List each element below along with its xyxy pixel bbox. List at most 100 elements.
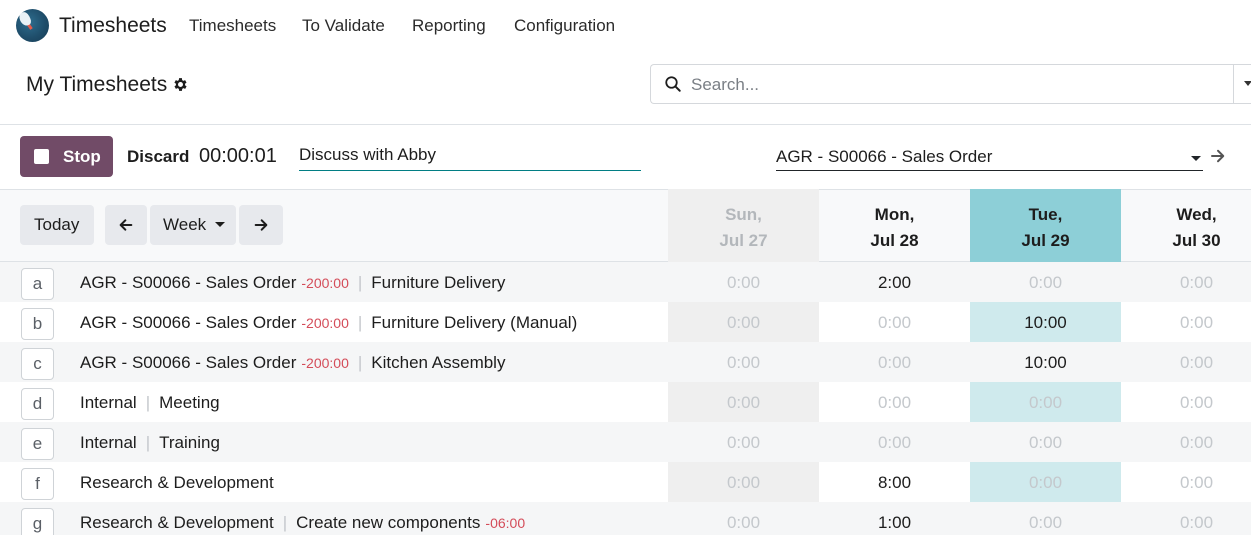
stop-timer-button[interactable]: Stop — [20, 136, 113, 177]
hours-cell[interactable]: 0:00 — [1121, 273, 1251, 293]
top-navbar: Timesheets Timesheets To Validate Report… — [0, 0, 1251, 52]
divider — [0, 124, 1251, 125]
search-options-toggle[interactable] — [1233, 64, 1251, 104]
hours-cell[interactable]: 0:00 — [819, 313, 970, 333]
menu-configuration[interactable]: Configuration — [514, 16, 615, 36]
remaining-hours: -200:00 — [301, 315, 349, 331]
row-shortcut-key: g — [21, 508, 54, 535]
remaining-hours: -200:00 — [301, 275, 349, 291]
hours-cell[interactable]: 0:00 — [668, 353, 819, 373]
separator: | — [145, 393, 151, 412]
hours-cell[interactable]: 0:00 — [1121, 393, 1251, 413]
hours-cell[interactable]: 0:00 — [970, 513, 1121, 533]
hours-cell[interactable]: 0:00 — [970, 473, 1121, 493]
row-shortcut-key: d — [21, 388, 54, 420]
hours-cell[interactable]: 2:00 — [819, 273, 970, 293]
table-row: c AGR - S00066 - Sales Order -200:00 | Kitch… — [0, 342, 1251, 382]
table-row: a AGR - S00066 - Sales Order -200:00 | Furni… — [0, 262, 1251, 302]
separator: | — [357, 353, 363, 372]
caret-down-icon — [215, 222, 225, 227]
day-header-tue: Tue, Jul 29 — [1021, 205, 1070, 250]
chevron-down-icon — [1191, 156, 1201, 161]
hours-cell[interactable]: 0:00 — [668, 273, 819, 293]
row-shortcut-key: b — [21, 308, 54, 340]
search-icon — [665, 76, 681, 92]
hours-cell[interactable]: 10:00 — [970, 313, 1121, 333]
row-project: Research & Development — [80, 513, 274, 532]
day-header-mon: Mon, Jul 28 — [870, 205, 919, 250]
row-project: Research & Development — [80, 473, 274, 492]
hours-cell[interactable]: 0:00 — [668, 313, 819, 333]
separator: | — [357, 313, 363, 332]
separator: | — [357, 273, 363, 292]
row-label: Research & Development — [80, 473, 274, 493]
row-shortcut-key: e — [21, 428, 54, 460]
timer-project-value: AGR - S00066 - Sales Order — [776, 147, 993, 166]
menu-to-validate[interactable]: To Validate — [302, 16, 385, 36]
row-project: AGR - S00066 - Sales Order — [80, 353, 297, 372]
previous-button[interactable] — [105, 205, 147, 245]
row-label: Internal | Meeting — [80, 393, 220, 413]
next-button[interactable] — [239, 205, 283, 245]
hours-cell[interactable]: 0:00 — [668, 473, 819, 493]
row-shortcut-key: c — [21, 348, 54, 380]
hours-cell[interactable]: 0:00 — [1121, 473, 1251, 493]
hours-cell[interactable]: 0:00 — [970, 273, 1121, 293]
hours-cell[interactable]: 0:00 — [1121, 353, 1251, 373]
open-record-arrow-icon[interactable] — [1209, 147, 1227, 165]
row-task: Create new components — [296, 513, 481, 532]
hours-cell[interactable]: 0:00 — [668, 393, 819, 413]
discard-button[interactable]: Discard — [127, 147, 189, 167]
menu-reporting[interactable]: Reporting — [412, 16, 486, 36]
hours-cell[interactable]: 0:00 — [668, 513, 819, 533]
table-row: e Internal | Training 0:00 0:00 0:00 0:00 — [0, 422, 1251, 462]
row-task: Furniture Delivery — [371, 273, 506, 292]
hours-cell[interactable]: 0:00 — [819, 353, 970, 373]
row-task: Training — [159, 433, 220, 452]
chevron-down-icon — [1244, 81, 1251, 86]
table-row: b AGR - S00066 - Sales Order -200:00 | Furni… — [0, 302, 1251, 342]
gear-icon[interactable] — [172, 76, 189, 93]
separator: | — [282, 513, 288, 532]
hours-cell[interactable]: 8:00 — [819, 473, 970, 493]
app-name[interactable]: Timesheets — [59, 14, 167, 38]
row-task: Furniture Delivery (Manual) — [371, 313, 578, 332]
hours-cell[interactable]: 10:00 — [970, 353, 1121, 373]
row-shortcut-key: f — [21, 468, 54, 500]
row-task: Kitchen Assembly — [371, 353, 506, 372]
hours-cell[interactable]: 0:00 — [970, 433, 1121, 453]
arrow-left-icon — [119, 219, 133, 231]
table-row: d Internal | Meeting 0:00 0:00 0:00 0:00 — [0, 382, 1251, 422]
menu-timesheets[interactable]: Timesheets — [189, 16, 276, 36]
hours-cell[interactable]: 0:00 — [819, 433, 970, 453]
hours-cell[interactable]: 0:00 — [1121, 513, 1251, 533]
search-input[interactable] — [691, 73, 1211, 97]
arrow-right-icon — [254, 219, 268, 231]
row-task: Meeting — [159, 393, 220, 412]
table-row: f Research & Development 0:00 8:00 0:00 0:00 — [0, 462, 1251, 502]
hours-cell[interactable]: 0:00 — [1121, 433, 1251, 453]
hours-cell[interactable]: 0:00 — [668, 433, 819, 453]
row-project: Internal — [80, 433, 137, 452]
day-header-sun: Sun, Jul 27 — [719, 205, 768, 250]
row-label: Internal | Training — [80, 433, 220, 453]
row-label: Research & Development | Create new compon… — [80, 513, 525, 533]
timer-project-select[interactable]: AGR - S00066 - Sales Order — [776, 144, 1203, 171]
hours-cell[interactable]: 1:00 — [819, 513, 970, 533]
row-label: AGR - S00066 - Sales Order -200:00 | Furnit… — [80, 273, 505, 293]
row-shortcut-key: a — [21, 268, 54, 300]
today-button[interactable]: Today — [20, 205, 94, 245]
stop-icon — [34, 149, 49, 164]
row-project: Internal — [80, 393, 137, 412]
hours-cell[interactable]: 0:00 — [819, 393, 970, 413]
range-dropdown[interactable]: Week — [150, 205, 236, 245]
timer-description-input[interactable] — [299, 144, 641, 171]
timer-elapsed: 00:00:01 — [199, 145, 277, 167]
hours-cell[interactable]: 0:00 — [970, 393, 1121, 413]
row-project: AGR - S00066 - Sales Order — [80, 313, 297, 332]
remaining-hours: -06:00 — [485, 515, 526, 531]
row-label: AGR - S00066 - Sales Order -200:00 | Kitche… — [80, 353, 505, 373]
timesheets-logo-icon[interactable] — [16, 9, 49, 42]
hours-cell[interactable]: 0:00 — [1121, 313, 1251, 333]
page-title: My Timesheets — [26, 73, 168, 96]
